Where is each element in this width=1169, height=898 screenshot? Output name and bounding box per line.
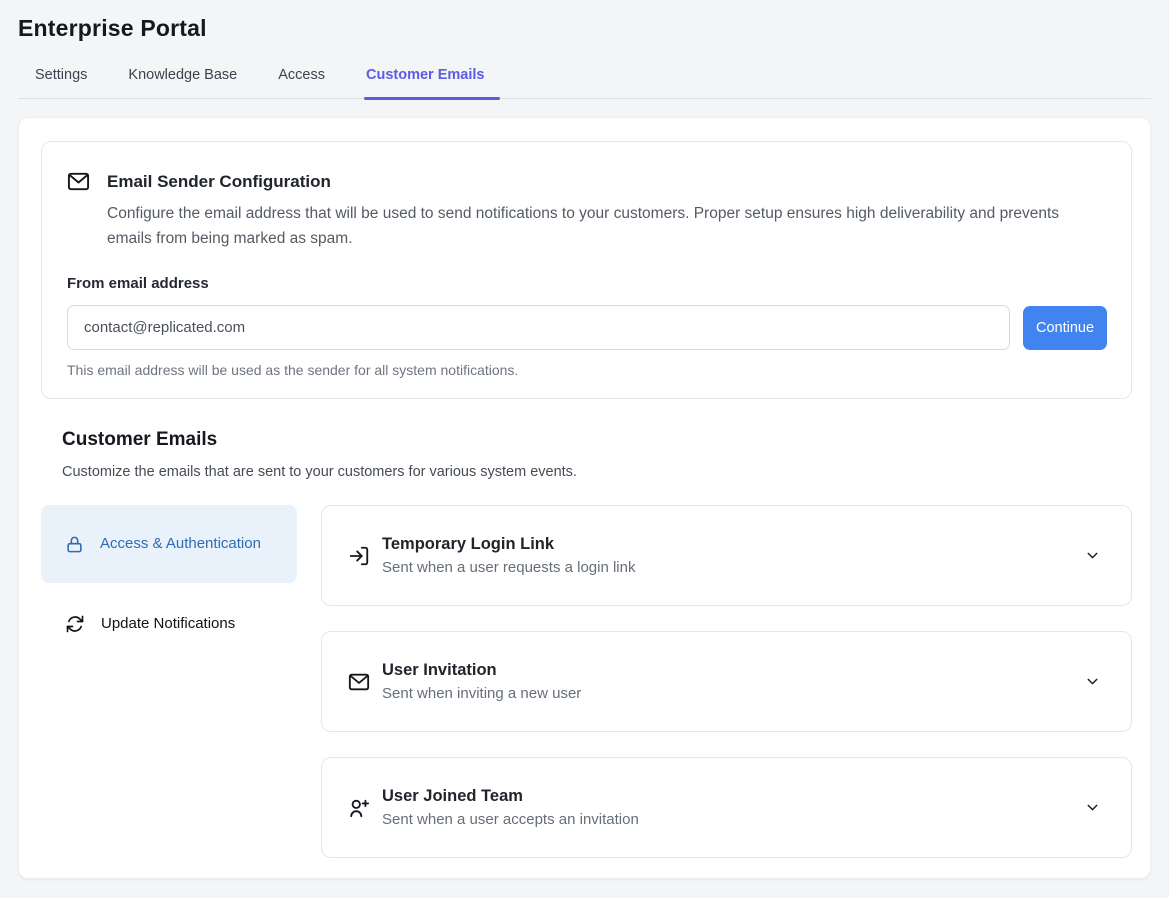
email-card-title: User Invitation	[382, 661, 1084, 680]
mail-icon	[348, 671, 370, 693]
page-header: Enterprise Portal	[0, 0, 1169, 42]
tab-knowledge-base[interactable]: Knowledge Base	[128, 67, 237, 98]
mail-icon	[67, 170, 90, 193]
email-category-sidebar: Access & Authentication Update Notificat…	[41, 505, 297, 883]
email-card-user-joined-team[interactable]: User Joined Team Sent when a user accept…	[321, 757, 1132, 858]
sender-config-title: Email Sender Configuration	[107, 172, 331, 192]
log-in-icon	[348, 545, 370, 567]
tab-bar: Settings Knowledge Base Access Customer …	[18, 42, 1151, 99]
email-card-subtitle: Sent when a user requests a login link	[382, 559, 1084, 576]
page-title: Enterprise Portal	[18, 15, 1151, 42]
user-plus-icon	[348, 797, 370, 819]
chevron-down-icon[interactable]	[1084, 547, 1101, 564]
tab-access[interactable]: Access	[278, 67, 325, 98]
continue-button[interactable]: Continue	[1023, 306, 1107, 350]
from-email-input[interactable]	[67, 305, 1010, 350]
email-card-user-invitation[interactable]: User Invitation Sent when inviting a new…	[321, 631, 1132, 732]
email-card-title: Temporary Login Link	[382, 535, 1084, 554]
customer-emails-heading: Customer Emails	[62, 429, 1132, 451]
email-card-title: User Joined Team	[382, 787, 1084, 806]
sidebar-item-update-notifications[interactable]: Update Notifications	[41, 597, 297, 650]
tab-customer-emails[interactable]: Customer Emails	[366, 67, 484, 98]
email-sender-card: Email Sender Configuration Configure the…	[41, 141, 1132, 399]
sender-helper-text: This email address will be used as the s…	[67, 362, 1107, 378]
email-card-subtitle: Sent when inviting a new user	[382, 685, 1084, 702]
main-panel: Email Sender Configuration Configure the…	[18, 117, 1151, 879]
sidebar-item-access-authentication[interactable]: Access & Authentication	[41, 505, 297, 583]
chevron-down-icon[interactable]	[1084, 799, 1101, 816]
sidebar-item-label: Access & Authentication	[100, 532, 261, 555]
customer-emails-subtitle: Customize the emails that are sent to yo…	[62, 464, 1132, 480]
email-card-temporary-login-link[interactable]: Temporary Login Link Sent when a user re…	[321, 505, 1132, 606]
refresh-icon	[65, 614, 85, 634]
sender-config-description: Configure the email address that will be…	[107, 201, 1082, 251]
from-email-label: From email address	[67, 275, 1107, 292]
tab-settings[interactable]: Settings	[35, 67, 87, 98]
chevron-down-icon[interactable]	[1084, 673, 1101, 690]
sidebar-item-label: Update Notifications	[101, 612, 235, 635]
email-list: Temporary Login Link Sent when a user re…	[321, 505, 1132, 883]
email-card-subtitle: Sent when a user accepts an invitation	[382, 811, 1084, 828]
lock-icon	[65, 534, 84, 555]
